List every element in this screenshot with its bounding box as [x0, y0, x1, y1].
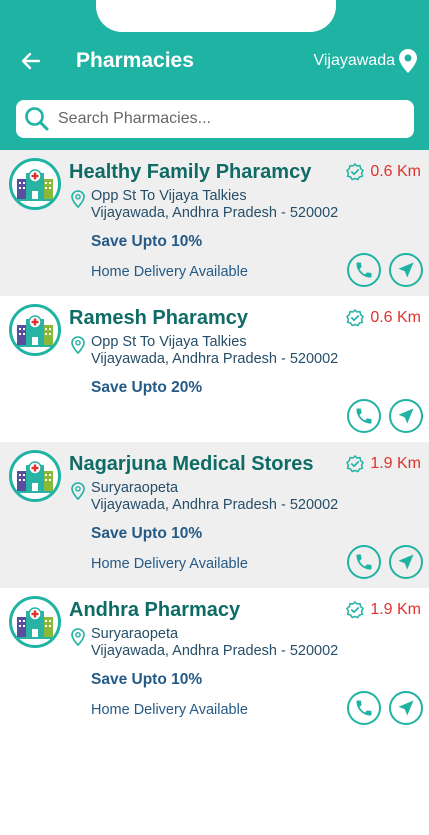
call-button[interactable]	[347, 545, 381, 579]
pharmacy-card[interactable]: Andhra Pharmacy 1.9 Km Suryaraopeta Vija…	[0, 588, 429, 734]
discount-text: Save Upto 10%	[91, 233, 203, 250]
verified-badge-icon	[346, 455, 365, 473]
verified-badge-icon	[346, 309, 365, 327]
address-line-1: Opp St To Vijaya Talkies	[91, 334, 247, 350]
address-line-1: Suryaraopeta	[91, 626, 179, 642]
delivery-status: Home Delivery Available	[91, 264, 248, 280]
pharmacy-logo	[9, 158, 61, 210]
device-notch	[96, 0, 336, 32]
call-button[interactable]	[347, 691, 381, 725]
arrow-left-icon	[21, 52, 41, 70]
distance-value: 1.9 Km	[370, 455, 421, 472]
phone-icon	[356, 408, 372, 424]
location-label: Vijayawada	[313, 52, 395, 69]
distance-value: 0.6 Km	[370, 309, 421, 326]
search-bar[interactable]	[16, 100, 414, 138]
call-button[interactable]	[347, 399, 381, 433]
address-line-2: Vijayawada, Andhra Pradesh - 520002	[91, 643, 339, 659]
distance-info: 1.9 Km	[346, 601, 421, 619]
pharmacy-name[interactable]: Nagarjuna Medical Stores	[69, 452, 314, 476]
distance-info: 0.6 Km	[346, 163, 421, 181]
pharmacy-logo	[9, 596, 61, 648]
back-button[interactable]	[16, 48, 46, 74]
page-title: Pharmacies	[76, 49, 194, 72]
distance-info: 0.6 Km	[346, 309, 421, 327]
location-selector[interactable]: Vijayawada	[313, 48, 417, 74]
pharmacy-logo	[9, 304, 61, 356]
distance-value: 1.9 Km	[370, 601, 421, 618]
verified-badge-icon	[346, 601, 365, 619]
location-pin-icon	[71, 336, 85, 354]
hospital-building-icon	[16, 315, 54, 347]
hospital-building-icon	[16, 607, 54, 639]
navigation-arrow-icon	[398, 262, 414, 278]
address-line-2: Vijayawada, Andhra Pradesh - 520002	[91, 205, 339, 221]
distance-info: 1.9 Km	[346, 455, 421, 473]
hospital-building-icon	[16, 461, 54, 493]
location-pin-icon	[71, 628, 85, 646]
search-icon	[25, 107, 49, 131]
call-button[interactable]	[347, 253, 381, 287]
navigation-arrow-icon	[398, 408, 414, 424]
pharmacy-name[interactable]: Andhra Pharmacy	[69, 598, 240, 622]
phone-icon	[356, 700, 372, 716]
navigation-arrow-icon	[398, 700, 414, 716]
address-line-2: Vijayawada, Andhra Pradesh - 520002	[91, 351, 339, 367]
app-header: Pharmacies Vijayawada	[0, 0, 429, 150]
navigation-arrow-icon	[398, 554, 414, 570]
pharmacy-card[interactable]: Ramesh Pharamcy 0.6 Km Opp St To Vijaya …	[0, 296, 429, 442]
address-line-2: Vijayawada, Andhra Pradesh - 520002	[91, 497, 339, 513]
hospital-building-icon	[16, 169, 54, 201]
address-line-1: Opp St To Vijaya Talkies	[91, 188, 247, 204]
search-input[interactable]	[58, 110, 388, 128]
verified-badge-icon	[346, 163, 365, 181]
discount-text: Save Upto 10%	[91, 671, 203, 688]
pharmacy-logo	[9, 450, 61, 502]
directions-button[interactable]	[389, 253, 423, 287]
discount-text: Save Upto 20%	[91, 379, 203, 396]
location-pin-icon	[71, 190, 85, 208]
delivery-status: Home Delivery Available	[91, 556, 248, 572]
directions-button[interactable]	[389, 545, 423, 579]
pharmacy-name[interactable]: Healthy Family Pharamcy	[69, 160, 311, 184]
map-pin-icon	[399, 49, 417, 73]
phone-icon	[356, 262, 372, 278]
pharmacy-name[interactable]: Ramesh Pharamcy	[69, 306, 248, 330]
delivery-status: Home Delivery Available	[91, 702, 248, 718]
directions-button[interactable]	[389, 691, 423, 725]
phone-icon	[356, 554, 372, 570]
app-screen: Pharmacies Vijayawada Search Pharmacies.…	[0, 0, 429, 835]
pharmacy-list: Healthy Family Pharamcy 0.6 Km Opp St To…	[0, 150, 429, 734]
distance-value: 0.6 Km	[370, 163, 421, 180]
location-pin-icon	[71, 482, 85, 500]
discount-text: Save Upto 10%	[91, 525, 203, 542]
directions-button[interactable]	[389, 399, 423, 433]
address-line-1: Suryaraopeta	[91, 480, 179, 496]
pharmacy-card[interactable]: Nagarjuna Medical Stores 1.9 Km Suryarao…	[0, 442, 429, 588]
pharmacy-card[interactable]: Healthy Family Pharamcy 0.6 Km Opp St To…	[0, 150, 429, 296]
